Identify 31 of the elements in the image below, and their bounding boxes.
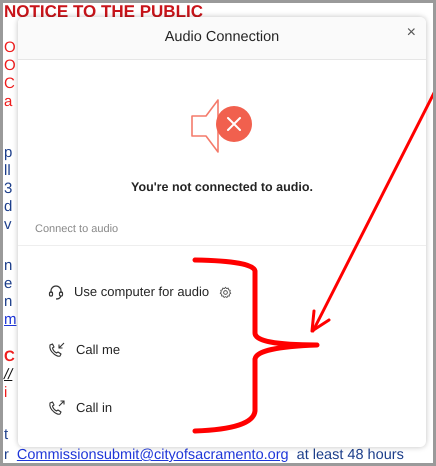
notice-heading: NOTICE TO THE PUBLIC [4,3,204,21]
document-text: a [4,93,12,111]
dialog-title: Audio Connection [164,28,280,48]
document-text: 3 [4,180,12,198]
document-text: O [4,57,16,75]
document-link[interactable]: m [4,311,16,329]
document-text: C [4,75,15,93]
phone-outgoing-icon [48,400,66,416]
email-link[interactable]: Commissionsubmit@cityofsacramento.org [16,446,289,463]
document-text: O [4,39,16,57]
section-label: Connect to audio [35,222,118,234]
document-text: e [4,275,12,293]
document-text: // [4,366,12,384]
status-text: You're not connected to audio. [131,180,313,194]
document-text: r [4,446,9,463]
document-text: t [4,426,8,444]
document-text: i [4,384,8,402]
document-text: C [4,348,15,366]
audio-option[interactable]: Call in [48,398,112,418]
document-text: d [4,198,12,216]
document-text: v [4,216,12,234]
document-text: p [4,144,12,162]
document-text: n [4,257,12,275]
document-text: n [4,293,12,311]
document-text: at least 48 hours [296,446,404,463]
close-button[interactable]: × [402,23,420,43]
audio-option[interactable]: Call me [48,340,120,360]
document-text: ll [4,162,11,180]
audio-option[interactable]: Use computer for audio [48,282,232,302]
headset-icon [48,284,64,300]
phone-incoming-icon [48,342,66,358]
